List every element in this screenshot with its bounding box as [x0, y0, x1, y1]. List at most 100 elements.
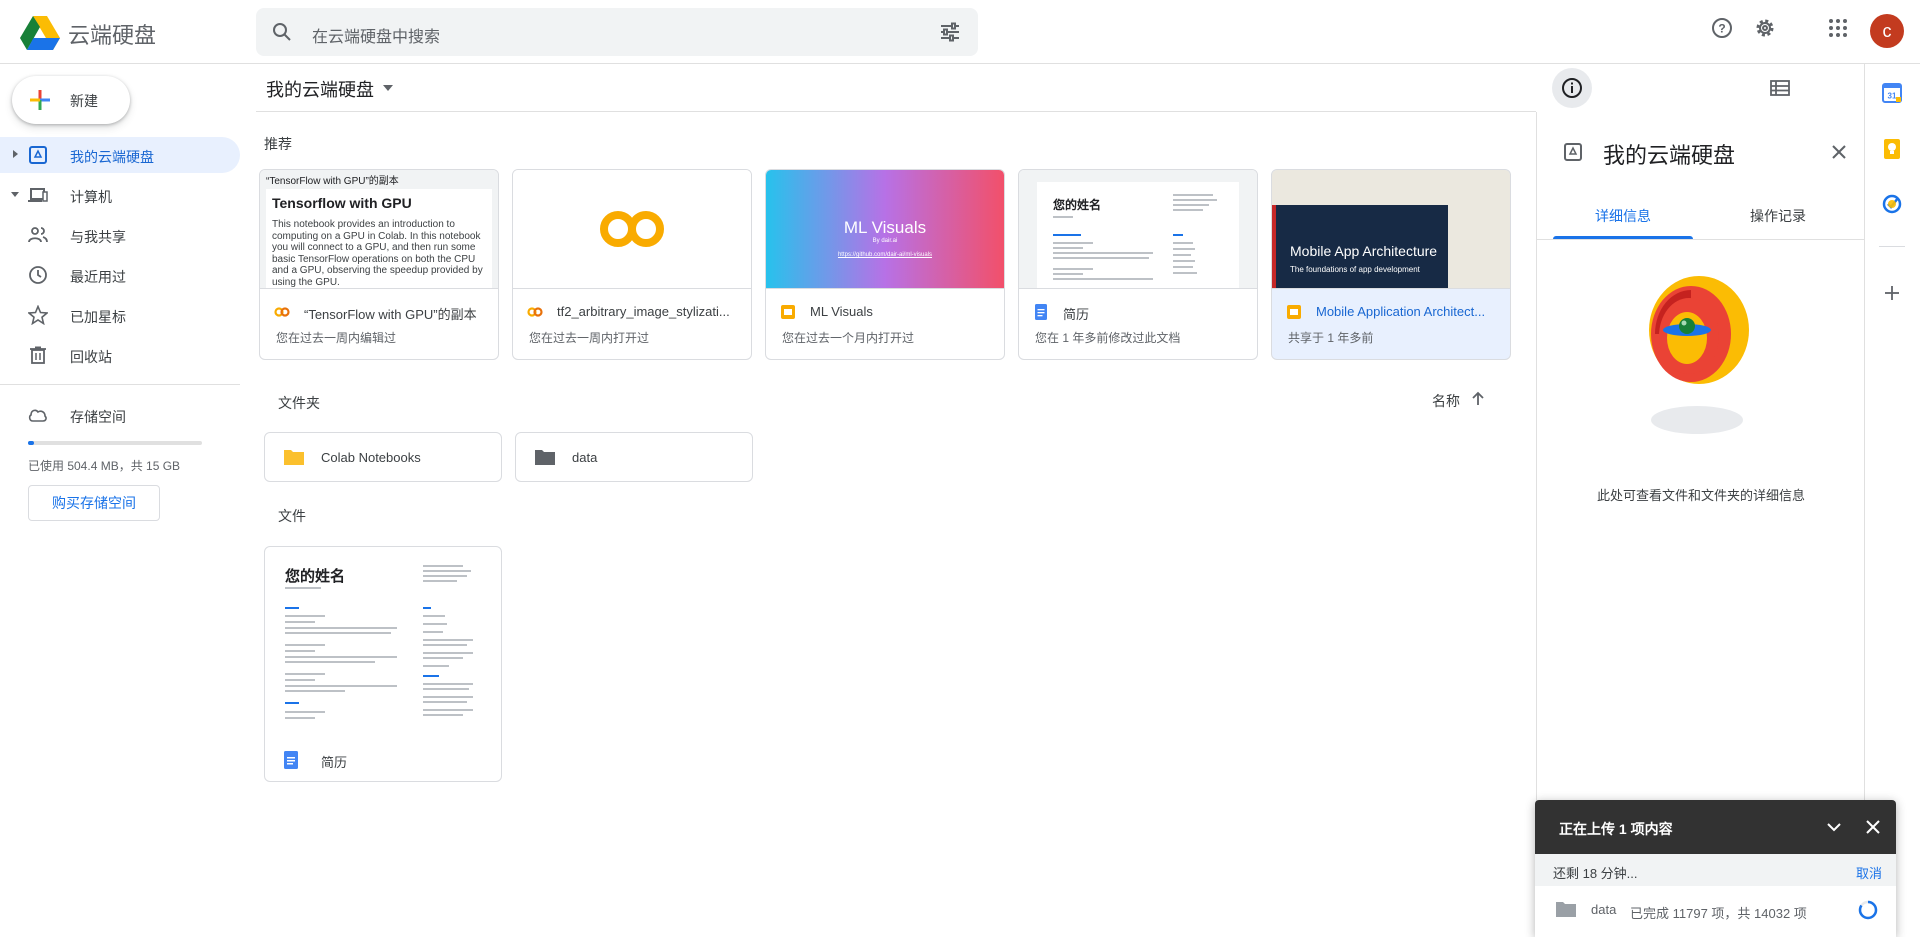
apps-grid-icon[interactable] — [1826, 16, 1850, 40]
tab-activity[interactable]: 操作记录 — [1750, 206, 1806, 226]
svg-text:?: ? — [1718, 22, 1725, 36]
sidebar-item-starred[interactable]: 已加星标 — [0, 297, 240, 333]
recommended-card[interactable]: 您的姓名 简历 您在 1 年多前修改过此文档 — [1018, 169, 1258, 360]
folder-item[interactable]: data — [515, 432, 753, 482]
recommended-card[interactable]: ML Visuals By dair.ai https://github.com… — [765, 169, 1005, 360]
sidebar-item-label: 回收站 — [70, 349, 112, 365]
tab-details[interactable]: 详细信息 — [1595, 206, 1651, 226]
tasks-icon[interactable] — [1881, 193, 1903, 215]
colab-icon — [274, 307, 290, 317]
upload-header: 正在上传 1 项内容 — [1535, 800, 1896, 854]
storage-usage-fill — [28, 441, 34, 445]
my-drive-icon — [29, 146, 47, 164]
colab-logo-icon — [600, 211, 664, 247]
star-icon — [28, 305, 48, 325]
settings-gear-icon[interactable] — [1753, 16, 1777, 40]
card-subtitle: 您在过去一周内编辑过 — [276, 331, 397, 345]
sidebar-item-label: 我的云端硬盘 — [70, 149, 154, 165]
breadcrumb-dropdown-icon[interactable] — [382, 82, 394, 94]
collapse-caret-icon[interactable] — [10, 189, 20, 199]
close-icon[interactable] — [1829, 142, 1849, 162]
cloud-icon — [28, 409, 47, 422]
document-preview-lines — [285, 565, 473, 719]
card-subtitle: 您在过去一周内打开过 — [529, 331, 650, 345]
card-name: “TensorFlow with GPU”的副本 — [304, 307, 477, 322]
svg-text:31: 31 — [1888, 92, 1897, 101]
folder-item[interactable]: Colab Notebooks — [264, 432, 502, 482]
recommended-card[interactable]: “TensorFlow with GPU”的副本 Tensorflow with… — [259, 169, 499, 360]
new-button[interactable]: 新建 — [12, 76, 130, 124]
card-thumbnail: Mobile App Architecture The foundations … — [1272, 170, 1510, 289]
card-thumbnail: ML Visuals By dair.ai https://github.com… — [766, 170, 1004, 289]
file-card[interactable]: 您的姓名 简历 — [264, 546, 502, 782]
slides-icon — [1287, 305, 1301, 319]
sidebar: 新建 我的云端硬盘 计算机 与我共享 最近用过 已加星标 回收站 存储空间 已使… — [0, 64, 256, 937]
sort-arrow-up-icon[interactable] — [1469, 390, 1487, 408]
search-icon[interactable] — [270, 20, 294, 44]
slides-icon — [781, 305, 795, 319]
folder-name: data — [572, 450, 598, 465]
thumb-top: “TensorFlow with GPU”的副本 — [266, 176, 399, 187]
upload-title: 正在上传 1 项内容 — [1559, 821, 1673, 837]
app-name[interactable]: 云端硬盘 — [68, 18, 156, 50]
search-input[interactable]: 在云端硬盘中搜索 — [312, 23, 440, 47]
upload-progress-spinner-icon — [1858, 900, 1878, 920]
computer-icon — [28, 188, 48, 202]
sidebar-item-shared-with-me[interactable]: 与我共享 — [0, 217, 240, 253]
close-icon[interactable] — [1862, 816, 1884, 838]
search-bar[interactable]: 在云端硬盘中搜索 — [256, 8, 978, 56]
sidebar-item-trash[interactable]: 回收站 — [0, 337, 240, 373]
minimize-chevron-down-icon[interactable] — [1823, 816, 1845, 838]
search-options-icon[interactable] — [938, 20, 962, 44]
docs-icon — [284, 751, 298, 769]
list-view-icon[interactable] — [1768, 76, 1792, 100]
help-icon[interactable]: ? — [1710, 16, 1734, 40]
add-addon-icon[interactable] — [1881, 282, 1903, 304]
details-empty-illustration — [1649, 276, 1749, 434]
expand-caret-icon[interactable] — [10, 149, 20, 159]
card-name: 简历 — [1063, 307, 1090, 322]
buy-storage-button[interactable]: 购买存储空间 — [28, 485, 160, 521]
file-thumbnail: 您的姓名 — [265, 547, 501, 737]
cancel-upload-button[interactable]: 取消 — [1856, 863, 1882, 882]
card-subtitle: 您在 1 年多前修改过此文档 — [1035, 331, 1181, 345]
upload-item-name: data — [1591, 902, 1617, 917]
recommended-card[interactable]: tf2_arbitrary_image_stylizati... 您在过去一周内… — [512, 169, 752, 360]
thumb-byline: By dair.ai — [872, 238, 898, 244]
docs-icon — [1035, 304, 1047, 320]
account-avatar[interactable]: c — [1870, 14, 1904, 48]
sidebar-item-recent[interactable]: 最近用过 — [0, 257, 240, 293]
folder-icon — [284, 450, 304, 465]
thumb-link: https://github.com/dair-ai/ml-visuals — [837, 252, 933, 258]
storage-label: 存储空间 — [70, 409, 126, 425]
main-header-divider — [256, 111, 1536, 112]
calendar-icon[interactable]: 31 — [1881, 82, 1903, 104]
keep-icon[interactable] — [1881, 138, 1903, 160]
sidebar-item-my-drive[interactable]: 我的云端硬盘 — [0, 137, 240, 173]
trash-icon — [30, 346, 46, 364]
top-bar: 云端硬盘 在云端硬盘中搜索 ? c — [0, 0, 1920, 64]
document-preview-lines — [1053, 194, 1217, 280]
upload-progress-panel: 正在上传 1 项内容 还剩 18 分钟... 取消 data 已完成 11797… — [1535, 800, 1896, 937]
recommended-card[interactable]: Mobile App Architecture The foundations … — [1271, 169, 1511, 360]
files-title: 文件 — [278, 508, 306, 524]
sidebar-item-label: 与我共享 — [70, 229, 126, 245]
folders-title: 文件夹 — [278, 395, 320, 411]
thumb-subtitle: The foundations of app development — [1290, 265, 1420, 274]
drive-logo-icon[interactable] — [20, 14, 60, 50]
folder-name: Colab Notebooks — [321, 450, 421, 465]
storage-usage-bar — [28, 441, 202, 445]
card-name: tf2_arbitrary_image_stylizati... — [557, 304, 730, 319]
tabs-divider — [1537, 239, 1865, 240]
plus-icon — [30, 90, 50, 110]
folder-icon — [535, 450, 555, 465]
sort-by-name-button[interactable]: 名称 — [1432, 391, 1460, 411]
breadcrumb[interactable]: 我的云端硬盘 — [266, 76, 374, 102]
info-icon[interactable] — [1560, 76, 1584, 100]
sidebar-item-label: 计算机 — [70, 189, 112, 205]
sidebar-item-storage[interactable]: 存储空间 — [0, 397, 240, 433]
sidebar-item-label: 已加星标 — [70, 309, 126, 325]
shared-people-icon — [28, 227, 48, 243]
sidebar-item-computers[interactable]: 计算机 — [0, 177, 240, 213]
storage-usage-text: 已使用 504.4 MB，共 15 GB — [28, 459, 181, 473]
